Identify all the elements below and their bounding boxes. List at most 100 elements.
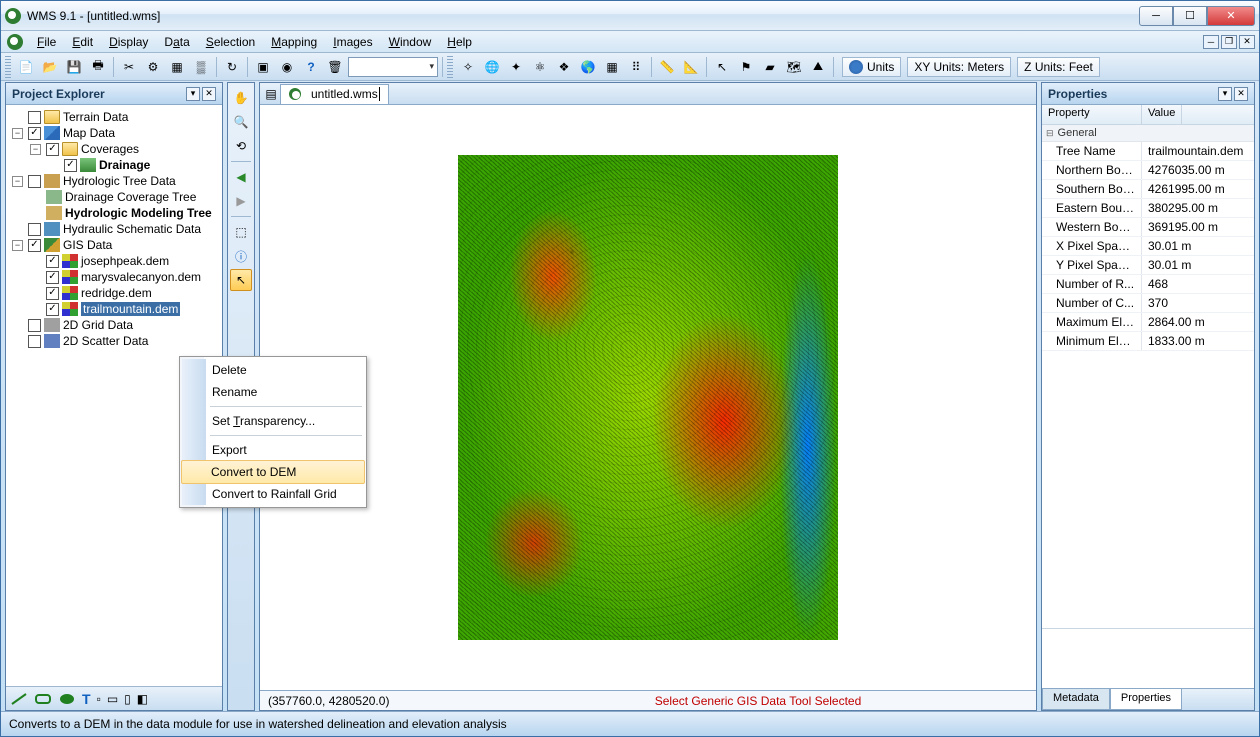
ellipse-shape-icon[interactable]: [58, 692, 76, 706]
vtool-pointer-icon[interactable]: ↖: [230, 269, 252, 291]
vtool-select-icon[interactable]: ⬚: [230, 221, 252, 243]
trash-button[interactable]: 🗑: [324, 56, 346, 78]
properties-body[interactable]: General Tree Nametrailmountain.demNorthe…: [1042, 125, 1254, 628]
toolbar-grip[interactable]: [5, 56, 11, 78]
maximize-button[interactable]: ☐: [1173, 6, 1207, 26]
shape-tool-1[interactable]: ▫: [97, 692, 101, 706]
tab-list-icon[interactable]: ▤: [262, 83, 280, 105]
units-button[interactable]: Units: [842, 57, 901, 77]
menu-file[interactable]: File: [29, 33, 64, 51]
toolbar-grip-2[interactable]: [447, 56, 453, 78]
refresh-button[interactable]: ↻: [221, 56, 243, 78]
tool-map-icon[interactable]: 🗺: [783, 56, 805, 78]
property-row[interactable]: Northern Bou...4276035.00 m: [1042, 161, 1254, 180]
tool-star-icon[interactable]: ✦: [505, 56, 527, 78]
mdi-close[interactable]: ✕: [1239, 35, 1255, 49]
line-shape-icon[interactable]: [10, 692, 28, 706]
props-close-button[interactable]: ✕: [1234, 87, 1248, 101]
tool-grid-icon[interactable]: ▦: [601, 56, 623, 78]
tree-mapdata[interactable]: Map Data: [63, 126, 115, 140]
vtool-fwd-icon[interactable]: ▶: [230, 190, 252, 212]
file-tab[interactable]: untitled.wms: [280, 84, 389, 104]
property-row[interactable]: Southern Bou...4261995.00 m: [1042, 180, 1254, 199]
tool-layers-icon[interactable]: ❖: [553, 56, 575, 78]
tool-button-4[interactable]: ▣: [252, 56, 274, 78]
save-button[interactable]: 💾: [63, 56, 85, 78]
ctx-convert-dem[interactable]: Convert to DEM: [181, 460, 365, 484]
props-pin-button[interactable]: ▾: [1218, 87, 1232, 101]
tree-dem4-selected[interactable]: trailmountain.dem: [81, 302, 180, 316]
minimize-button[interactable]: ─: [1139, 6, 1173, 26]
ctx-convert-rain[interactable]: Convert to Rainfall Grid: [182, 483, 364, 505]
menu-selection[interactable]: Selection: [198, 33, 263, 51]
tree-dem3[interactable]: redridge.dem: [81, 286, 152, 300]
vtool-rotate-icon[interactable]: ⟲: [230, 135, 252, 157]
menu-data[interactable]: Data: [156, 33, 197, 51]
tool-button-1[interactable]: ⚙: [142, 56, 164, 78]
shape-tool-3[interactable]: ▯: [124, 692, 131, 706]
tool-ruler-icon[interactable]: 📏: [656, 56, 678, 78]
z-units-label[interactable]: Z Units: Feet: [1017, 57, 1100, 77]
shape-tool-4[interactable]: ◧: [137, 692, 148, 706]
ctx-rename[interactable]: Rename: [182, 381, 364, 403]
properties-tab[interactable]: Properties: [1110, 689, 1182, 710]
expander-icon[interactable]: −: [12, 128, 23, 139]
property-row[interactable]: Tree Nametrailmountain.dem: [1042, 142, 1254, 161]
vtool-zoom-icon[interactable]: 🔍: [230, 111, 252, 133]
tool-earth-icon[interactable]: 🌎: [577, 56, 599, 78]
tree-gis[interactable]: GIS Data: [63, 238, 112, 252]
tool-terrain-icon[interactable]: ⛰: [807, 56, 829, 78]
mdi-minimize[interactable]: ─: [1203, 35, 1219, 49]
mdi-restore[interactable]: ❐: [1221, 35, 1237, 49]
tree-dem1[interactable]: josephpeak.dem: [81, 254, 169, 268]
menu-mapping[interactable]: Mapping: [263, 33, 325, 51]
help-button[interactable]: ?: [300, 56, 322, 78]
tool-frame-icon[interactable]: ✧: [457, 56, 479, 78]
prop-category[interactable]: General: [1042, 125, 1254, 142]
menu-help[interactable]: Help: [439, 33, 480, 51]
toolbar-combo[interactable]: [348, 57, 438, 77]
menu-window[interactable]: Window: [381, 33, 440, 51]
tree-drainage-cov[interactable]: Drainage Coverage Tree: [65, 190, 196, 204]
explorer-pin-button[interactable]: ▾: [186, 87, 200, 101]
titlebar[interactable]: WMS 9.1 - [untitled.wms] ─ ☐ ✕: [1, 1, 1259, 31]
ctx-export[interactable]: Export: [182, 439, 364, 461]
tree-terrain[interactable]: Terrain Data: [63, 110, 128, 124]
vtool-info-icon[interactable]: ⓘ: [230, 245, 252, 267]
tool-button-3[interactable]: ▒: [190, 56, 212, 78]
property-row[interactable]: Number of C...370: [1042, 294, 1254, 313]
tree-hydro-model[interactable]: Hydrologic Modeling Tree: [65, 206, 212, 220]
tree-2dgrid[interactable]: 2D Grid Data: [63, 318, 133, 332]
tool-poly-icon[interactable]: ▰: [759, 56, 781, 78]
ctx-delete[interactable]: Delete: [182, 359, 364, 381]
tree-coverages[interactable]: Coverages: [81, 142, 139, 156]
shape-tool-2[interactable]: ▭: [107, 692, 118, 706]
tool-measure-icon[interactable]: 📐: [680, 56, 702, 78]
tool-nodes-icon[interactable]: ⚛: [529, 56, 551, 78]
text-shape-icon[interactable]: T: [82, 691, 91, 707]
tool-flag-icon[interactable]: ⚑: [735, 56, 757, 78]
tool-button-5[interactable]: ◉: [276, 56, 298, 78]
menu-images[interactable]: Images: [325, 33, 380, 51]
property-row[interactable]: X Pixel Spacing30.01 m: [1042, 237, 1254, 256]
menu-edit[interactable]: Edit: [64, 33, 101, 51]
rect-shape-icon[interactable]: [34, 692, 52, 706]
map-canvas[interactable]: [260, 105, 1036, 690]
explorer-close-button[interactable]: ✕: [202, 87, 216, 101]
menu-display[interactable]: Display: [101, 33, 156, 51]
tool-button-2[interactable]: ▦: [166, 56, 188, 78]
print-button[interactable]: 🖶: [87, 56, 109, 78]
close-button[interactable]: ✕: [1207, 6, 1255, 26]
tree-dem2[interactable]: marysvalecanyon.dem: [81, 270, 201, 284]
property-row[interactable]: Eastern Boun...380295.00 m: [1042, 199, 1254, 218]
property-row[interactable]: Number of R...468: [1042, 275, 1254, 294]
property-row[interactable]: Minimum Ele...1833.00 m: [1042, 332, 1254, 351]
tree-2dscatter[interactable]: 2D Scatter Data: [63, 334, 148, 348]
cut-button[interactable]: ✂: [118, 56, 140, 78]
property-row[interactable]: Maximum Ele...2864.00 m: [1042, 313, 1254, 332]
vtool-hand-icon[interactable]: ✋: [230, 87, 252, 109]
metadata-tab[interactable]: Metadata: [1042, 689, 1110, 710]
open-button[interactable]: 📂: [39, 56, 61, 78]
vtool-back-icon[interactable]: ◀: [230, 166, 252, 188]
xy-units-label[interactable]: XY Units: Meters: [907, 57, 1011, 77]
